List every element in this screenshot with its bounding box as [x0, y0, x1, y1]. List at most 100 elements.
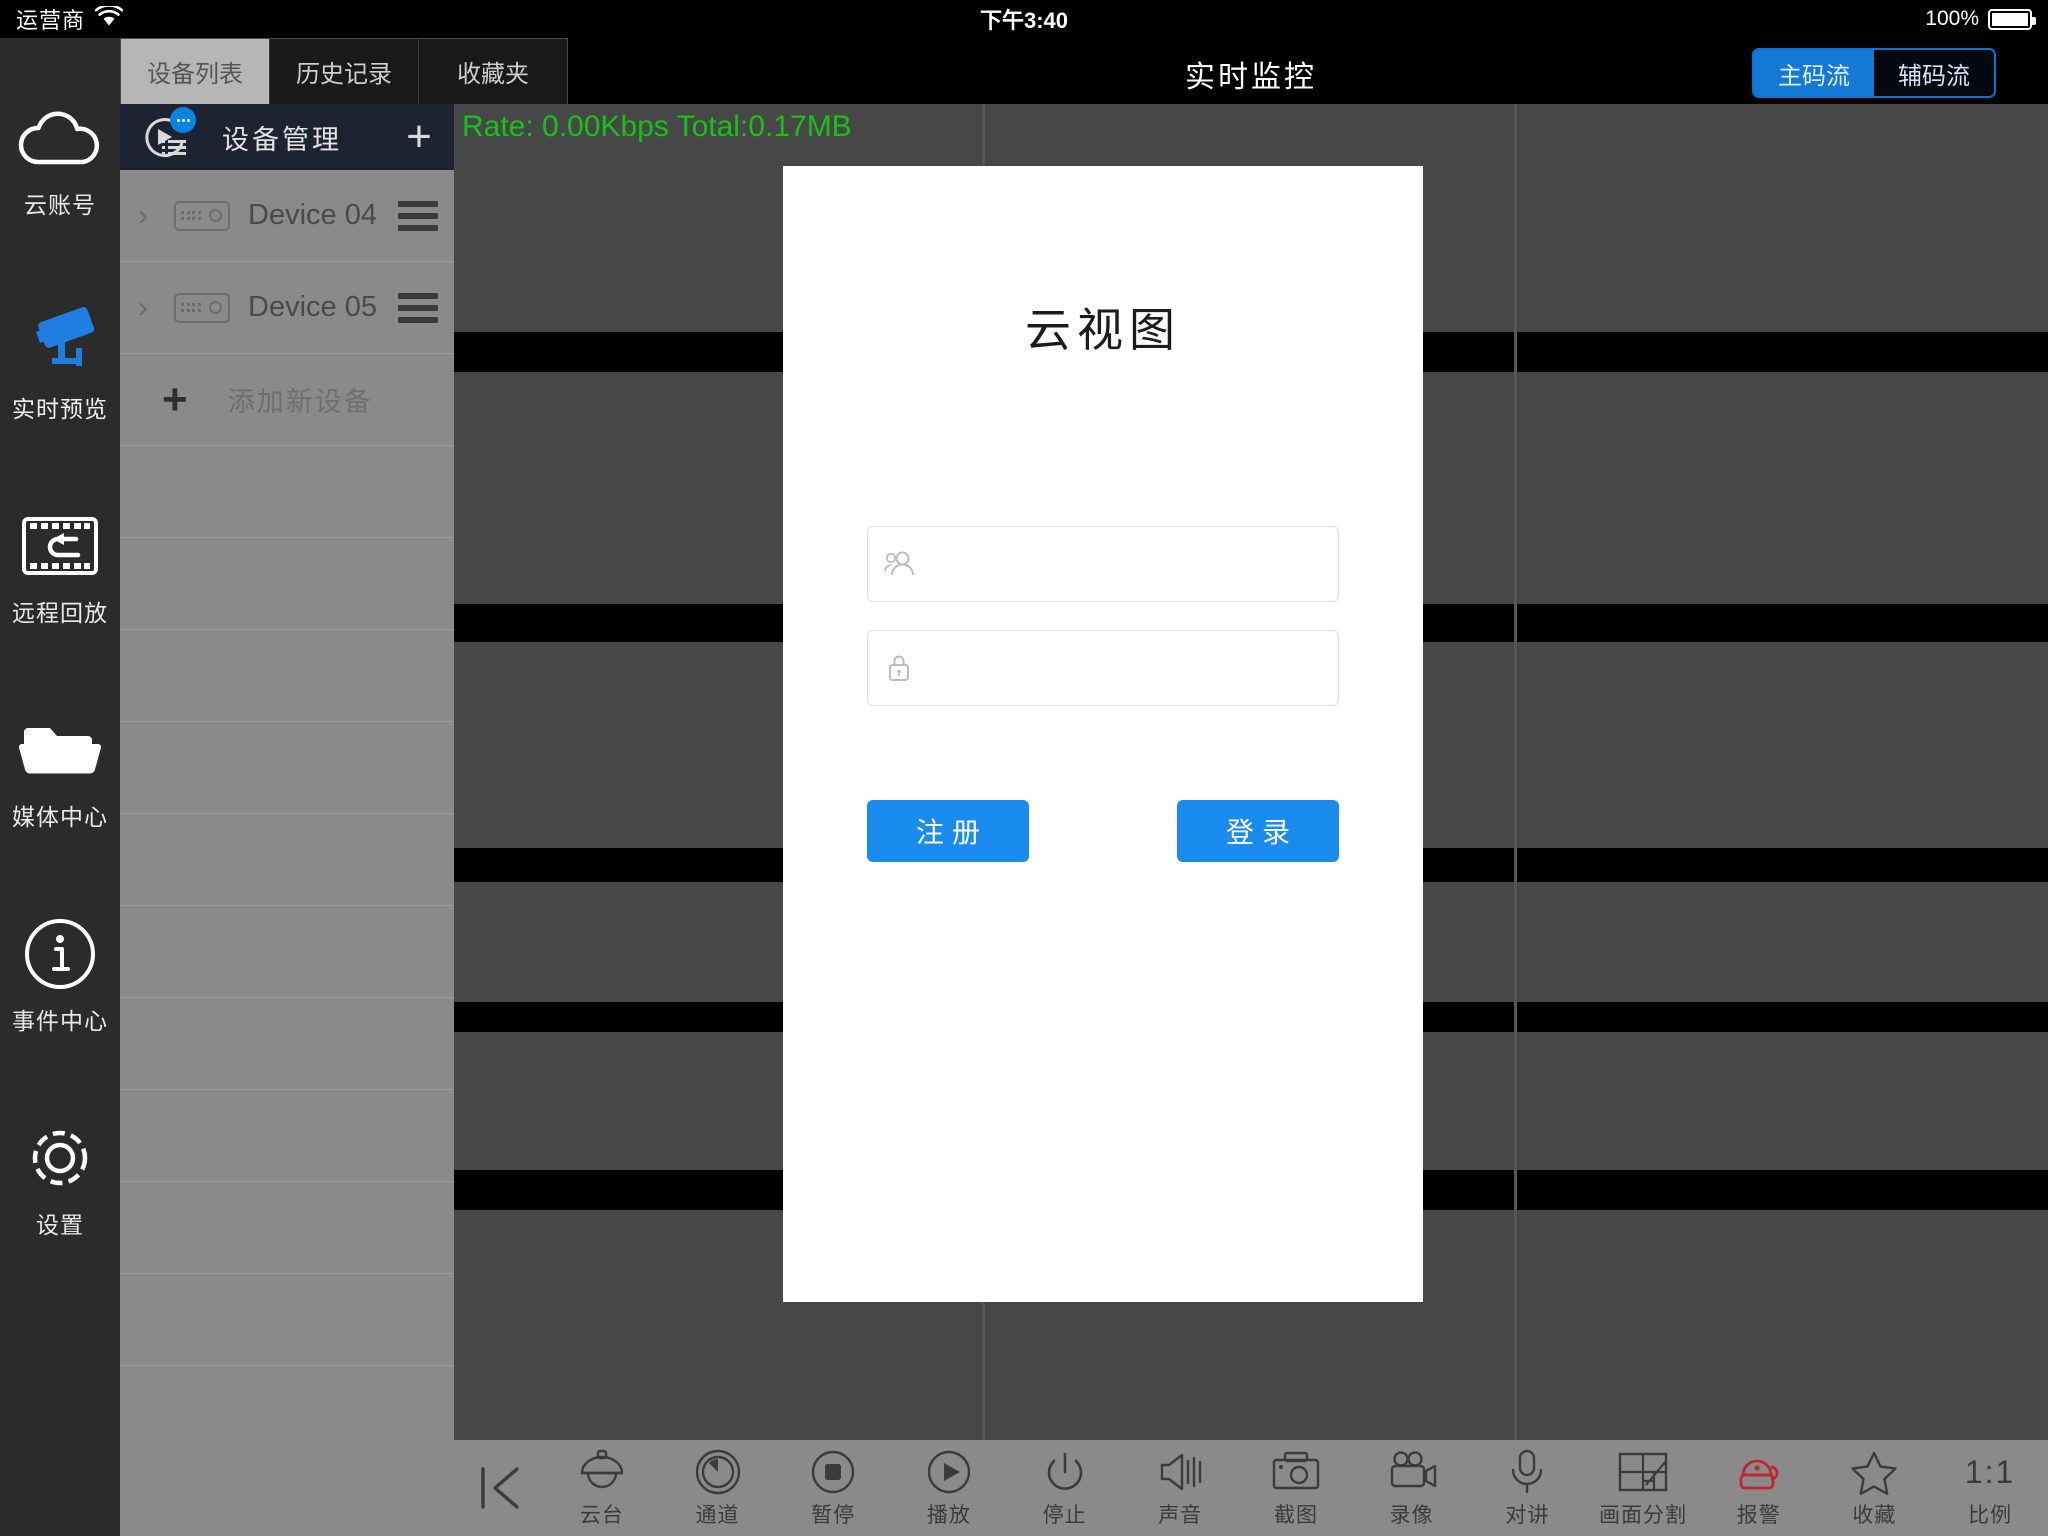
sidebar-item-media-center[interactable]: 媒体中心 — [0, 708, 120, 868]
sidebar-item-live-preview[interactable]: 实时预览 — [0, 300, 120, 460]
chevron-right-icon[interactable]: › — [138, 291, 166, 325]
sidebar-item-label: 实时预览 — [12, 396, 108, 422]
plus-icon[interactable]: + — [384, 112, 454, 162]
toolbar-item-ptz[interactable]: 云台 — [544, 1447, 660, 1529]
chevron-right-icon[interactable]: › — [138, 199, 166, 233]
skip-back-icon[interactable] — [454, 1463, 544, 1513]
ptz-dome-icon — [577, 1447, 627, 1497]
tab-device-list[interactable]: 设备列表 — [120, 38, 270, 104]
toolbar-item-label: 通道 — [695, 1504, 740, 1527]
device-panel: 设备管理 + › Device 04 › Device 05 + 添加新设备 — [120, 38, 454, 1536]
pause-stop-icon — [809, 1447, 857, 1497]
password-field[interactable] — [867, 630, 1339, 706]
toolbar-item-ratio[interactable]: 1:1 比例 — [1932, 1447, 2048, 1529]
login-button[interactable]: 登录 — [1177, 800, 1339, 862]
tab-history[interactable]: 历史记录 — [270, 38, 419, 104]
toolbar-item-label: 报警 — [1736, 1504, 1781, 1527]
device-row[interactable]: › Device 05 — [120, 262, 454, 354]
toolbar-item-label: 截图 — [1273, 1504, 1318, 1527]
dialog-button-row: 注册 登录 — [867, 800, 1339, 862]
hamburger-icon[interactable] — [398, 292, 438, 323]
sidebar-item-label: 媒体中心 — [12, 804, 108, 830]
film-rewind-icon — [18, 504, 102, 588]
toolbar-item-split-screen[interactable]: 画面分割 — [1585, 1447, 1701, 1529]
camera-icon — [14, 300, 106, 384]
sidebar-item-event-center[interactable]: 事件中心 — [0, 912, 120, 1072]
panel-tab-bar: 设备列表 历史记录 收藏夹 — [120, 38, 568, 104]
toolbar-item-alarm[interactable]: 报警 — [1701, 1447, 1817, 1529]
password-input[interactable] — [930, 652, 1338, 684]
sidebar-item-remote-playback[interactable]: 远程回放 — [0, 504, 120, 664]
device-panel-title: 设备管理 — [222, 124, 342, 155]
toolbar-item-label: 停止 — [1042, 1504, 1087, 1527]
toolbar-item-play[interactable]: 播放 — [891, 1447, 1007, 1529]
status-bar: 运营商 下午3:40 100% — [0, 0, 2048, 38]
channel-icon — [694, 1447, 742, 1497]
star-icon — [1849, 1447, 1899, 1497]
device-panel-header: 设备管理 + — [120, 104, 454, 170]
nvr-box-icon — [174, 292, 230, 323]
empty-row — [120, 1274, 454, 1366]
app-root: 运营商 下午3:40 100% 云账号 实时预览 远程回放 媒体中心 事件中心 … — [0, 0, 2048, 1536]
camera-photo-icon — [1270, 1447, 1322, 1497]
toolbar-item-snapshot[interactable]: 截图 — [1238, 1447, 1354, 1529]
stream-sub-button[interactable]: 辅码流 — [1874, 50, 1994, 96]
power-icon — [1041, 1447, 1089, 1497]
dialog-title: 云视图 — [1025, 304, 1181, 356]
empty-row — [120, 446, 454, 538]
toolbar-item-label: 云台 — [579, 1504, 624, 1527]
username-field[interactable] — [867, 526, 1339, 602]
toolbar-item-sound[interactable]: 声音 — [1122, 1447, 1238, 1529]
sidebar-item-label: 云账号 — [24, 192, 96, 218]
toolbar-item-intercom[interactable]: 对讲 — [1470, 1447, 1586, 1529]
hamburger-icon[interactable] — [398, 200, 438, 231]
add-new-device-label: 添加新设备 — [227, 387, 373, 417]
toolbar-item-channel[interactable]: 通道 — [660, 1447, 776, 1529]
stream-main-button[interactable]: 主码流 — [1754, 50, 1874, 96]
empty-row — [120, 1182, 454, 1274]
tab-favorites[interactable]: 收藏夹 — [419, 38, 568, 104]
lock-icon — [868, 653, 930, 683]
empty-row — [120, 722, 454, 814]
video-noise — [1516, 104, 2048, 1440]
plus-bold-icon: + — [162, 374, 188, 424]
device-name-label: Device 05 — [248, 291, 377, 323]
empty-row — [120, 814, 454, 906]
main-header: 实时监控 主码流 辅码流 — [454, 38, 2048, 104]
toolbar-item-stop[interactable]: 停止 — [1007, 1447, 1123, 1529]
toolbar-item-pause[interactable]: 暂停 — [775, 1447, 891, 1529]
sidebar: 云账号 实时预览 远程回放 媒体中心 事件中心 设置 — [0, 38, 120, 1536]
sidebar-item-label: 设置 — [36, 1212, 84, 1238]
toolbar-item-label: 画面分割 — [1599, 1504, 1688, 1527]
video-cell[interactable] — [1516, 104, 2048, 1440]
sidebar-item-cloud-account[interactable]: 云账号 — [0, 96, 120, 256]
toolbar-item-record[interactable]: 录像 — [1354, 1447, 1470, 1529]
device-row[interactable]: › Device 04 — [120, 170, 454, 262]
speaker-icon — [1154, 1447, 1206, 1497]
gear-icon — [20, 1116, 100, 1200]
empty-row — [120, 538, 454, 630]
toolbar-item-label: 对讲 — [1505, 1504, 1550, 1527]
toolbar-item-favorite[interactable]: 收藏 — [1817, 1447, 1933, 1529]
device-name-label: Device 04 — [248, 199, 377, 231]
sidebar-item-settings[interactable]: 设置 — [0, 1116, 120, 1276]
device-play-list-icon — [142, 107, 196, 161]
register-button[interactable]: 注册 — [867, 800, 1029, 862]
sidebar-item-label: 远程回放 — [12, 600, 108, 626]
cloud-icon — [14, 96, 106, 180]
clock-label: 下午3:40 — [979, 8, 1069, 33]
add-new-device-row[interactable]: + 添加新设备 — [120, 354, 454, 446]
ratio-1-1-icon: 1:1 — [1965, 1447, 2015, 1497]
toolbar-item-label: 声音 — [1158, 1504, 1203, 1527]
notification-badge — [170, 107, 196, 133]
empty-row — [120, 1090, 454, 1182]
username-input[interactable] — [930, 548, 1338, 580]
empty-row — [120, 906, 454, 998]
empty-row — [120, 998, 454, 1090]
toolbar-item-label: 暂停 — [811, 1504, 856, 1527]
sidebar-item-label: 事件中心 — [12, 1008, 108, 1034]
battery-icon — [1988, 8, 2036, 30]
device-list: › Device 04 › Device 05 + 添加新设备 — [120, 170, 454, 1536]
split-screen-icon — [1617, 1447, 1669, 1497]
bottom-toolbar: 云台 通道 暂停 播放 停止 声音 截图 录像 对讲 画面分割 报警 收藏 1:… — [454, 1440, 2048, 1536]
